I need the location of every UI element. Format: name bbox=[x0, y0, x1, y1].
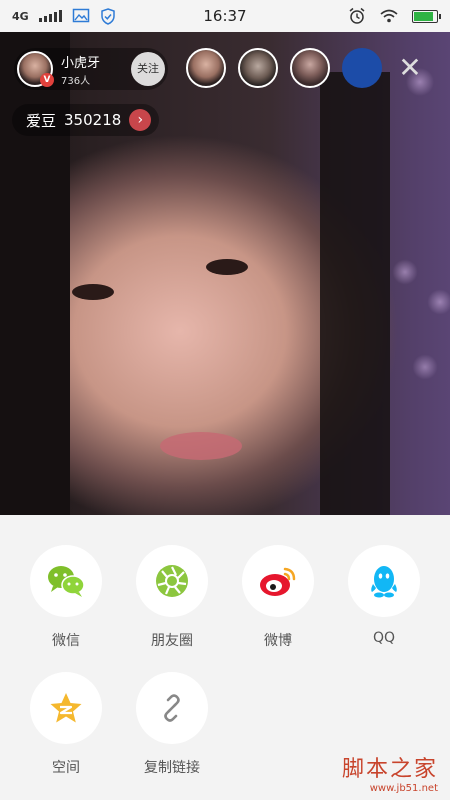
host-avatar[interactable]: V bbox=[17, 51, 54, 87]
host-info-pill[interactable]: V 小虎牙 736人 关注 bbox=[14, 48, 168, 90]
image-notification-icon bbox=[72, 8, 89, 23]
viewer-avatar[interactable] bbox=[290, 48, 330, 88]
share-copy-link-circle[interactable] bbox=[136, 672, 208, 744]
share-wechat-circle[interactable] bbox=[30, 545, 102, 617]
close-icon[interactable]: ✕ bbox=[398, 54, 422, 82]
share-weibo[interactable]: 微博 bbox=[228, 545, 328, 650]
share-label: 朋友圈 bbox=[151, 633, 193, 649]
follow-button[interactable]: 关注 bbox=[131, 52, 165, 86]
share-moments-circle[interactable] bbox=[136, 545, 208, 617]
eye-left bbox=[206, 259, 248, 275]
moments-icon bbox=[156, 565, 188, 597]
share-label: 复制链接 bbox=[144, 760, 200, 776]
weibo-icon bbox=[260, 567, 296, 596]
qzone-icon bbox=[50, 693, 82, 723]
viewer-avatar[interactable] bbox=[238, 48, 278, 88]
watermark: 脚本之家 www.jb51.net bbox=[342, 751, 438, 794]
verified-badge: V bbox=[40, 73, 54, 87]
share-qzone[interactable]: 空间 bbox=[16, 672, 116, 777]
lips bbox=[160, 432, 242, 460]
share-qq[interactable]: QQ bbox=[334, 545, 434, 646]
share-label: 空间 bbox=[52, 760, 80, 776]
battery-icon bbox=[412, 9, 441, 23]
aidou-pill[interactable]: 爱豆 350218 › bbox=[12, 104, 160, 136]
signal-icon bbox=[38, 10, 62, 22]
chevron-right-icon[interactable]: › bbox=[129, 109, 152, 131]
link-icon bbox=[164, 694, 180, 722]
share-qq-circle[interactable] bbox=[348, 545, 420, 617]
alarm-icon bbox=[349, 7, 365, 24]
shield-check-icon bbox=[100, 7, 115, 25]
watermark-url: www.jb51.net bbox=[369, 783, 438, 794]
viewer-avatar[interactable] bbox=[186, 48, 226, 88]
share-weibo-circle[interactable] bbox=[242, 545, 314, 617]
qq-icon bbox=[371, 566, 397, 598]
wechat-icon bbox=[48, 566, 85, 597]
aidou-value: 350218 bbox=[64, 111, 122, 129]
share-qzone-circle[interactable] bbox=[30, 672, 102, 744]
eye-right bbox=[72, 284, 114, 300]
viewer-avatar[interactable] bbox=[342, 48, 382, 88]
viewer-avatars bbox=[186, 48, 382, 88]
hair-right bbox=[320, 72, 390, 515]
host-viewer-count: 736人 bbox=[61, 75, 91, 87]
share-label: 微信 bbox=[52, 633, 80, 649]
watermark-title: 脚本之家 bbox=[341, 757, 438, 782]
host-name: 小虎牙 bbox=[61, 55, 101, 71]
network-type: 4G bbox=[12, 9, 29, 23]
share-label: 微博 bbox=[264, 633, 292, 649]
aidou-label: 爱豆 bbox=[26, 111, 57, 130]
share-wechat[interactable]: 微信 bbox=[16, 545, 116, 650]
status-bar: 4G 16:37 bbox=[0, 0, 450, 32]
wifi-icon bbox=[380, 9, 398, 23]
share-sheet: 微信 朋友圈 微博 QQ 空间 复制链接 脚本之家 www.jb51.net bbox=[0, 515, 450, 800]
share-copy-link[interactable]: 复制链接 bbox=[122, 672, 222, 777]
share-label: QQ bbox=[372, 630, 396, 646]
share-moments[interactable]: 朋友圈 bbox=[122, 545, 222, 650]
